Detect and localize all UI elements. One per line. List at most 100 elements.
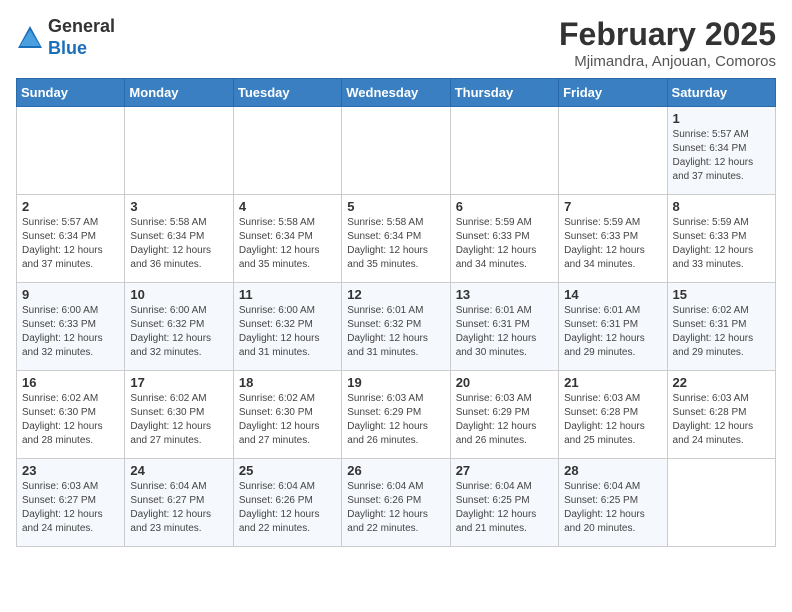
calendar-cell: 19 Sunrise: 6:03 AM Sunset: 6:29 PM Dayli… (342, 371, 450, 459)
day-info: Sunrise: 6:03 AM Sunset: 6:27 PM Dayligh… (22, 480, 119, 536)
location-subtitle: Mjimandra, Anjouan, Comoros (559, 53, 776, 70)
logo-icon (16, 24, 44, 52)
calendar-week-row: 1 Sunrise: 5:57 AM Sunset: 6:34 PM Daylig… (17, 107, 776, 195)
day-number: 14 (564, 287, 661, 302)
day-info: Sunrise: 5:59 AM Sunset: 6:33 PM Dayligh… (456, 216, 553, 272)
calendar-cell (125, 107, 233, 195)
calendar-cell: 9 Sunrise: 6:00 AM Sunset: 6:33 PM Daylig… (17, 283, 125, 371)
day-number: 4 (239, 199, 336, 214)
day-info: Sunrise: 6:03 AM Sunset: 6:28 PM Dayligh… (673, 392, 770, 448)
day-number: 9 (22, 287, 119, 302)
day-number: 11 (239, 287, 336, 302)
day-info: Sunrise: 6:04 AM Sunset: 6:25 PM Dayligh… (564, 480, 661, 536)
day-info: Sunrise: 6:01 AM Sunset: 6:32 PM Dayligh… (347, 304, 444, 360)
day-number: 21 (564, 375, 661, 390)
calendar-cell: 7 Sunrise: 5:59 AM Sunset: 6:33 PM Daylig… (559, 195, 667, 283)
month-title: February 2025 (559, 16, 776, 53)
calendar-cell (17, 107, 125, 195)
day-info: Sunrise: 5:59 AM Sunset: 6:33 PM Dayligh… (564, 216, 661, 272)
day-number: 26 (347, 463, 444, 478)
calendar-cell: 22 Sunrise: 6:03 AM Sunset: 6:28 PM Dayli… (667, 371, 775, 459)
day-number: 17 (130, 375, 227, 390)
calendar-cell (450, 107, 558, 195)
day-number: 1 (673, 111, 770, 126)
calendar-week-row: 9 Sunrise: 6:00 AM Sunset: 6:33 PM Daylig… (17, 283, 776, 371)
calendar-cell: 17 Sunrise: 6:02 AM Sunset: 6:30 PM Dayli… (125, 371, 233, 459)
calendar-cell: 28 Sunrise: 6:04 AM Sunset: 6:25 PM Dayli… (559, 459, 667, 547)
day-number: 25 (239, 463, 336, 478)
day-number: 23 (22, 463, 119, 478)
weekday-header-row: SundayMondayTuesdayWednesdayThursdayFrid… (17, 79, 776, 107)
day-number: 24 (130, 463, 227, 478)
day-info: Sunrise: 6:02 AM Sunset: 6:30 PM Dayligh… (22, 392, 119, 448)
day-info: Sunrise: 6:02 AM Sunset: 6:30 PM Dayligh… (239, 392, 336, 448)
calendar-cell: 6 Sunrise: 5:59 AM Sunset: 6:33 PM Daylig… (450, 195, 558, 283)
day-number: 13 (456, 287, 553, 302)
weekday-header-saturday: Saturday (667, 79, 775, 107)
calendar-cell: 20 Sunrise: 6:03 AM Sunset: 6:29 PM Dayli… (450, 371, 558, 459)
calendar-cell: 13Sunrise: 6:01 AM Sunset: 6:31 PM Dayli… (450, 283, 558, 371)
day-info: Sunrise: 6:04 AM Sunset: 6:26 PM Dayligh… (239, 480, 336, 536)
day-number: 15 (673, 287, 770, 302)
weekday-header-friday: Friday (559, 79, 667, 107)
calendar-cell: 1 Sunrise: 5:57 AM Sunset: 6:34 PM Daylig… (667, 107, 775, 195)
calendar-cell: 11 Sunrise: 6:00 AM Sunset: 6:32 PM Dayli… (233, 283, 341, 371)
day-info: Sunrise: 5:58 AM Sunset: 6:34 PM Dayligh… (239, 216, 336, 272)
calendar-cell (667, 459, 775, 547)
day-number: 28 (564, 463, 661, 478)
calendar-cell: 25 Sunrise: 6:04 AM Sunset: 6:26 PM Dayli… (233, 459, 341, 547)
day-number: 19 (347, 375, 444, 390)
day-info: Sunrise: 5:58 AM Sunset: 6:34 PM Dayligh… (130, 216, 227, 272)
calendar-cell: 8 Sunrise: 5:59 AM Sunset: 6:33 PM Daylig… (667, 195, 775, 283)
day-info: Sunrise: 6:00 AM Sunset: 6:32 PM Dayligh… (239, 304, 336, 360)
logo-general-text: General (48, 16, 115, 36)
day-info: Sunrise: 6:03 AM Sunset: 6:29 PM Dayligh… (347, 392, 444, 448)
calendar-cell (559, 107, 667, 195)
day-info: Sunrise: 6:01 AM Sunset: 6:31 PM Dayligh… (564, 304, 661, 360)
day-number: 2 (22, 199, 119, 214)
day-info: Sunrise: 6:02 AM Sunset: 6:31 PM Dayligh… (673, 304, 770, 360)
day-info: Sunrise: 5:58 AM Sunset: 6:34 PM Dayligh… (347, 216, 444, 272)
day-info: Sunrise: 6:03 AM Sunset: 6:28 PM Dayligh… (564, 392, 661, 448)
day-number: 20 (456, 375, 553, 390)
day-number: 6 (456, 199, 553, 214)
calendar-cell (233, 107, 341, 195)
calendar-cell: 4 Sunrise: 5:58 AM Sunset: 6:34 PM Daylig… (233, 195, 341, 283)
day-info: Sunrise: 6:00 AM Sunset: 6:32 PM Dayligh… (130, 304, 227, 360)
day-number: 27 (456, 463, 553, 478)
calendar-cell: 18 Sunrise: 6:02 AM Sunset: 6:30 PM Dayli… (233, 371, 341, 459)
logo: General Blue (16, 16, 115, 59)
calendar-cell: 15 Sunrise: 6:02 AM Sunset: 6:31 PM Dayli… (667, 283, 775, 371)
logo-blue-text: Blue (48, 38, 87, 58)
calendar-week-row: 2 Sunrise: 5:57 AM Sunset: 6:34 PM Daylig… (17, 195, 776, 283)
calendar-cell: 10Sunrise: 6:00 AM Sunset: 6:32 PM Dayli… (125, 283, 233, 371)
day-info: Sunrise: 6:04 AM Sunset: 6:26 PM Dayligh… (347, 480, 444, 536)
calendar-week-row: 23 Sunrise: 6:03 AM Sunset: 6:27 PM Dayli… (17, 459, 776, 547)
calendar-cell: 12Sunrise: 6:01 AM Sunset: 6:32 PM Dayli… (342, 283, 450, 371)
calendar-cell: 21 Sunrise: 6:03 AM Sunset: 6:28 PM Dayli… (559, 371, 667, 459)
day-number: 18 (239, 375, 336, 390)
weekday-header-wednesday: Wednesday (342, 79, 450, 107)
day-info: Sunrise: 6:00 AM Sunset: 6:33 PM Dayligh… (22, 304, 119, 360)
calendar-cell: 5 Sunrise: 5:58 AM Sunset: 6:34 PM Daylig… (342, 195, 450, 283)
day-number: 22 (673, 375, 770, 390)
calendar-week-row: 16 Sunrise: 6:02 AM Sunset: 6:30 PM Dayli… (17, 371, 776, 459)
calendar-cell: 16 Sunrise: 6:02 AM Sunset: 6:30 PM Dayli… (17, 371, 125, 459)
day-info: Sunrise: 6:02 AM Sunset: 6:30 PM Dayligh… (130, 392, 227, 448)
weekday-header-monday: Monday (125, 79, 233, 107)
day-number: 7 (564, 199, 661, 214)
day-number: 5 (347, 199, 444, 214)
calendar-cell (342, 107, 450, 195)
weekday-header-sunday: Sunday (17, 79, 125, 107)
day-info: Sunrise: 5:57 AM Sunset: 6:34 PM Dayligh… (22, 216, 119, 272)
calendar-cell: 23 Sunrise: 6:03 AM Sunset: 6:27 PM Dayli… (17, 459, 125, 547)
day-info: Sunrise: 5:59 AM Sunset: 6:33 PM Dayligh… (673, 216, 770, 272)
day-number: 16 (22, 375, 119, 390)
day-info: Sunrise: 6:03 AM Sunset: 6:29 PM Dayligh… (456, 392, 553, 448)
calendar-cell: 27Sunrise: 6:04 AM Sunset: 6:25 PM Dayli… (450, 459, 558, 547)
title-block: February 2025 Mjimandra, Anjouan, Comoro… (559, 16, 776, 70)
day-info: Sunrise: 5:57 AM Sunset: 6:34 PM Dayligh… (673, 128, 770, 184)
day-number: 8 (673, 199, 770, 214)
calendar-cell: 26 Sunrise: 6:04 AM Sunset: 6:26 PM Dayli… (342, 459, 450, 547)
day-number: 3 (130, 199, 227, 214)
